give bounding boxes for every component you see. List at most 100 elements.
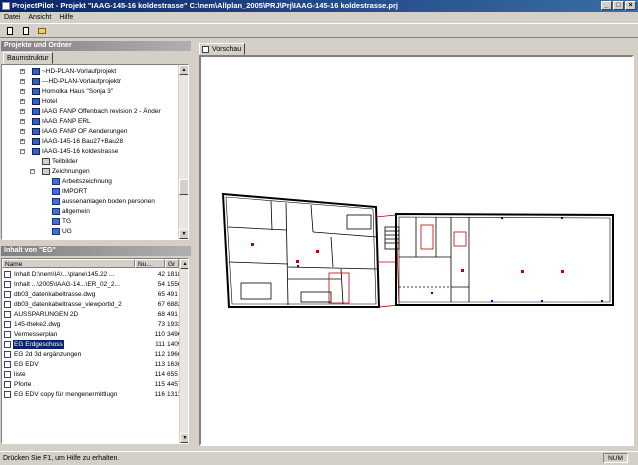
tree-item-label: IAAG FANP ERL — [42, 118, 91, 125]
expand-icon[interactable]: + — [20, 129, 25, 134]
list-item-number: 113 — [154, 361, 165, 368]
project-icon — [32, 148, 40, 155]
list-item[interactable]: EG EDV copy für mengenermittlugn 116 1311 — [2, 390, 181, 399]
list-item-size: 491 — [167, 291, 178, 298]
drawing-icon — [52, 228, 60, 235]
group-icon — [42, 168, 50, 175]
tree-item-label: Teilbilder — [52, 158, 78, 165]
expand-icon[interactable]: + — [20, 119, 25, 124]
new-button[interactable] — [4, 25, 16, 37]
list-item-name: Inhalt D:\nem\IA\...\plane\145.22 ... — [14, 271, 115, 278]
list-item[interactable]: Pforte 115 44570 — [2, 380, 185, 389]
open-folder-icon — [38, 28, 46, 34]
new-document-button[interactable] — [20, 25, 32, 37]
expand-icon[interactable]: + — [20, 79, 25, 84]
toolbar — [0, 23, 638, 38]
status-bar: Drücken Sie F1, um Hilfe zu erhalten. NU… — [0, 451, 638, 464]
project-icon — [32, 128, 40, 135]
list-item-name: db03_datenkabeltrasse_viewportid_2 — [14, 301, 122, 308]
preview-tab-icon — [202, 46, 209, 53]
column-header-number[interactable]: Nu... — [135, 259, 165, 268]
list-item[interactable]: db03_datenkabeltrasse_viewportid_2 67 6882 — [2, 300, 181, 309]
drawing-icon — [52, 218, 60, 225]
list-item[interactable]: EG 2d 3d ergänzungen 112 1966 — [2, 350, 181, 359]
tree-item-label: Hotel — [42, 98, 58, 105]
list-item[interactable]: liste 114 655 — [2, 370, 179, 379]
drawing-file-icon — [4, 311, 11, 318]
projects-panel-header: Projekte und Ordner — [1, 41, 191, 51]
list-item-number: 110 — [154, 331, 165, 338]
project-tree[interactable]: + ~HD-PLAN-Vorlaufprojekt + ---HD-PLAN-Vorl… — [1, 64, 189, 240]
status-text: Drücken Sie F1, um Hilfe zu erhalten. — [3, 455, 120, 462]
list-item[interactable]: EG Erdgeschoss 111 14092 — [2, 340, 185, 349]
drawing-file-icon — [4, 391, 11, 398]
floor-plan-drawing — [221, 192, 614, 308]
menu-bar: Datei Ansicht Hilfe — [0, 12, 638, 23]
tree-item-label: Homolka Haus "Sonja 3" — [42, 88, 114, 95]
project-icon — [32, 138, 40, 145]
list-item[interactable]: Inhalt ...\2005\IAAG-14...\ER_02_2... 54 1… — [2, 280, 185, 289]
content-panel-header: Inhalt von "EG" — [1, 246, 191, 256]
menu-ansicht[interactable]: Ansicht — [24, 12, 55, 23]
drawing-file-icon — [4, 331, 11, 338]
close-button[interactable]: × — [625, 1, 636, 10]
list-item-name: AUSSPARUNGEN 2D — [14, 311, 79, 318]
list-item-name: EG Erdgeschoss — [13, 340, 64, 349]
expand-icon[interactable]: + — [20, 69, 25, 74]
menu-datei[interactable]: Datei — [0, 12, 24, 23]
project-icon — [32, 98, 40, 105]
list-item-number: 115 — [154, 381, 165, 388]
window-title: ProjectPilot - Projekt "IAAG-145-16 kold… — [12, 1, 399, 10]
drawing-file-icon — [4, 281, 11, 288]
tree-item-label: Zeichnungen — [52, 168, 90, 175]
tab-vorschau[interactable]: Vorschau — [199, 43, 246, 55]
column-header-size[interactable]: Gr — [165, 259, 179, 268]
scroll-down-arrow[interactable]: ▼ — [179, 229, 188, 239]
list-item[interactable]: 145-theke2.dwg 73 19335 — [2, 320, 185, 329]
list-item[interactable]: AUSSPARUNGEN 2D 68 491 — [2, 310, 179, 319]
scroll-up-arrow[interactable]: ▲ — [179, 65, 188, 75]
drawing-file-icon — [4, 381, 11, 388]
list-scroll-up-arrow[interactable]: ▲ — [180, 259, 188, 269]
expand-icon[interactable]: + — [20, 109, 25, 114]
list-item[interactable]: db03_datenkabeltrasse.dwg 65 491 — [2, 290, 179, 299]
tree-scrollbar[interactable]: ▲ ▼ — [178, 65, 188, 239]
expand-icon[interactable]: + — [20, 139, 25, 144]
collapse-icon[interactable]: − — [30, 169, 35, 174]
tab-baumstruktur[interactable]: Baumstruktur — [3, 52, 53, 64]
list-item-number: 42 — [157, 271, 165, 278]
list-item-number: 67 — [157, 301, 165, 308]
tree-item-label: allgemein — [62, 208, 90, 215]
list-item[interactable]: EG EDV 113 1636 — [2, 360, 181, 369]
drawing-file-icon — [4, 301, 11, 308]
tree-item-label: aussenanlagen boden personen — [62, 198, 155, 205]
tree-item-label: IAAG-145-16 Bau27+Bau28 — [42, 138, 124, 145]
tree-item-label: IMPORT — [62, 188, 88, 195]
list-item-name: 145-theke2.dwg — [14, 321, 61, 328]
column-header-name[interactable]: Name — [2, 259, 135, 268]
list-item[interactable]: Vermesserplan 110 34962 — [2, 330, 185, 339]
list-item[interactable]: Inhalt D:\nem\IA\...\plane\145.22 ... 42 1… — [2, 270, 185, 279]
expand-icon[interactable]: + — [20, 99, 25, 104]
tree-item-label: TG — [62, 218, 72, 225]
list-item-name: db03_datenkabeltrasse.dwg — [14, 291, 96, 298]
tree-tabs: Baumstruktur — [1, 52, 191, 64]
list-scroll-down-arrow[interactable]: ▼ — [180, 433, 188, 443]
expand-icon[interactable]: + — [20, 89, 25, 94]
menu-hilfe[interactable]: Hilfe — [55, 12, 77, 23]
title-bar: ProjectPilot - Projekt "IAAG-145-16 kold… — [0, 0, 638, 12]
maximize-button[interactable]: □ — [613, 1, 624, 10]
list-item-name: EG 2d 3d ergänzungen — [14, 351, 82, 358]
tree-item-label: IAAG-145-16 koldestrasse — [42, 148, 119, 155]
collapse-icon[interactable]: − — [20, 149, 25, 154]
list-item-name: EG EDV — [14, 361, 39, 368]
list-scrollbar[interactable]: ▲ ▼ — [179, 259, 188, 443]
open-folder-button[interactable] — [36, 25, 48, 37]
minimize-button[interactable]: _ — [601, 1, 612, 10]
drawing-icon — [52, 178, 60, 185]
list-item-size: 491 — [167, 311, 178, 318]
scroll-thumb[interactable] — [179, 179, 188, 195]
list-item-number: 54 — [157, 281, 165, 288]
tree-item-label: Arbeitszeichnung — [62, 178, 112, 185]
content-list[interactable]: Name Nu... Gr Inhalt D:\nem\IA\...\plane… — [1, 258, 189, 444]
